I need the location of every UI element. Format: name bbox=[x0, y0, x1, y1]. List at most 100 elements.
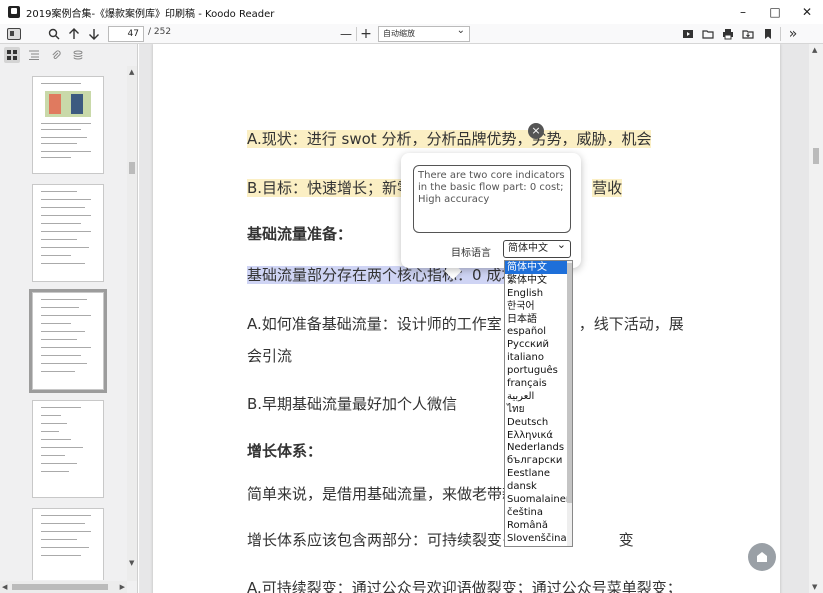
language-option[interactable]: français bbox=[505, 377, 572, 390]
language-option[interactable]: 日本語 bbox=[505, 313, 572, 326]
toggle-sidebar-button[interactable] bbox=[4, 24, 24, 44]
scroll-down-icon[interactable]: ▼ bbox=[812, 583, 817, 591]
download-button[interactable] bbox=[740, 24, 756, 44]
language-option[interactable]: български bbox=[505, 454, 572, 467]
thumbnails-tab[interactable] bbox=[4, 47, 20, 63]
pdf-toolbar: 47 / 252 — + 自动缩放 » bbox=[0, 24, 823, 44]
language-option[interactable]: čeština bbox=[505, 506, 572, 519]
scroll-up-icon[interactable]: ▲ bbox=[129, 68, 134, 76]
language-option[interactable]: English bbox=[505, 287, 572, 300]
language-option[interactable]: Slovenščina bbox=[505, 532, 572, 545]
scroll-right-icon[interactable]: ▶ bbox=[120, 583, 125, 591]
zoom-in-button[interactable]: + bbox=[358, 24, 374, 44]
page-total: / 252 bbox=[148, 27, 172, 37]
selected-text: 基础流量部分存在两个核心指标：0 成本 高 bbox=[247, 266, 537, 284]
target-language-select[interactable]: 简体中文 bbox=[503, 237, 571, 258]
outline-tab[interactable] bbox=[26, 47, 42, 63]
language-option[interactable]: italiano bbox=[505, 351, 572, 364]
page-thumbnail[interactable] bbox=[32, 76, 104, 174]
zoom-select[interactable]: 自动缩放 bbox=[378, 24, 470, 42]
next-page-button[interactable] bbox=[86, 24, 102, 44]
grid-icon bbox=[7, 50, 17, 60]
outline-icon bbox=[29, 50, 39, 60]
language-option[interactable]: Ελληνικά bbox=[505, 429, 572, 442]
language-dropdown-list: 简体中文 繁体中文 English 한국어 日本語 español Русски… bbox=[504, 260, 573, 547]
arrow-down-icon bbox=[89, 29, 99, 40]
paragraph: 会引流 bbox=[247, 347, 293, 365]
scroll-down-icon[interactable]: ▼ bbox=[129, 559, 134, 567]
language-option[interactable]: português bbox=[505, 364, 572, 377]
maximize-button[interactable]: □ bbox=[759, 0, 791, 24]
app-icon bbox=[8, 6, 20, 18]
sidebar-scrollbar[interactable]: ▲ ▼ bbox=[127, 66, 137, 581]
presentation-icon bbox=[683, 30, 693, 38]
language-option[interactable]: Eestlane bbox=[505, 467, 572, 480]
home-icon bbox=[757, 552, 767, 562]
home-button[interactable] bbox=[748, 543, 776, 571]
paperclip-icon bbox=[52, 50, 61, 60]
paragraph: B.早期基础流量最好加个人微信 bbox=[247, 395, 458, 413]
folder-icon bbox=[702, 30, 714, 39]
arrow-up-icon bbox=[69, 28, 79, 39]
sidebar-horizontal-scrollbar[interactable]: ◀ ▶ bbox=[0, 581, 127, 593]
language-option[interactable]: español bbox=[505, 325, 572, 338]
scroll-left-icon[interactable]: ◀ bbox=[2, 583, 7, 591]
sidebar-icon bbox=[7, 28, 21, 40]
language-option[interactable]: Русский bbox=[505, 338, 572, 351]
page-thumbnail[interactable] bbox=[32, 184, 104, 282]
translation-popup: There are two core indicators in the bas… bbox=[401, 153, 581, 268]
section-heading: 基础流量准备： bbox=[247, 225, 353, 243]
language-option[interactable]: العربية bbox=[505, 390, 572, 403]
previous-page-button[interactable] bbox=[66, 24, 82, 44]
thumbnail-list bbox=[0, 68, 126, 580]
bookmark-icon bbox=[765, 29, 771, 39]
language-option[interactable]: ไทย bbox=[505, 403, 572, 416]
attachments-tab[interactable] bbox=[48, 47, 64, 63]
highlighted-text: B.目标：快速增长；新零 bbox=[247, 179, 413, 197]
paragraph: A.如何准备基础流量：设计师的工作室， ，线下活动，展 bbox=[247, 315, 684, 333]
language-option-selected[interactable]: 简体中文 bbox=[505, 261, 572, 274]
close-button[interactable]: ✕ bbox=[791, 0, 823, 24]
pdf-page: A.现状：进行 swot 分析，分析品牌优势，劣势，威胁，机会 B.目标：快速增… bbox=[153, 44, 780, 593]
minimize-button[interactable]: – bbox=[727, 0, 759, 24]
document-viewer[interactable]: A.现状：进行 swot 分析，分析品牌优势，劣势，威胁，机会 B.目标：快速增… bbox=[139, 44, 823, 593]
language-option[interactable]: 繁体中文 bbox=[505, 274, 572, 287]
save-folder-icon bbox=[742, 30, 754, 39]
page-thumbnail[interactable] bbox=[32, 508, 104, 580]
scroll-up-icon[interactable]: ▲ bbox=[812, 46, 817, 54]
print-button[interactable] bbox=[720, 24, 736, 44]
translation-output[interactable]: There are two core indicators in the bas… bbox=[413, 165, 571, 233]
paragraph: 简单来说，是借用基础流量，来做老带新 bbox=[247, 485, 518, 503]
tools-menu-button[interactable]: » bbox=[784, 24, 802, 44]
zoom-out-button[interactable]: — bbox=[338, 24, 354, 44]
page-thumbnail-current[interactable] bbox=[29, 289, 107, 393]
toolbar-divider bbox=[356, 27, 357, 41]
sidebar-tabs bbox=[0, 44, 137, 66]
search-button[interactable] bbox=[46, 24, 62, 44]
language-option[interactable]: Română bbox=[505, 519, 572, 532]
language-option[interactable]: Nederlands bbox=[505, 441, 572, 454]
search-icon bbox=[48, 28, 60, 40]
language-option[interactable]: Deutsch bbox=[505, 416, 572, 429]
language-option[interactable]: Suomalainen bbox=[505, 493, 572, 506]
thumbnail-sidebar: ▲ ▼ ◀ ▶ bbox=[0, 44, 138, 593]
page-number-input[interactable]: 47 bbox=[108, 26, 144, 42]
language-option[interactable]: 한국어 bbox=[505, 300, 572, 313]
print-icon bbox=[723, 29, 733, 40]
highlighted-text: A.现状：进行 swot 分析，分析品牌优势，劣势，威胁，机会 bbox=[247, 130, 652, 148]
layers-icon bbox=[73, 50, 83, 60]
presentation-mode-button[interactable] bbox=[680, 24, 696, 44]
document-scrollbar[interactable]: ▲ ▼ bbox=[809, 44, 823, 593]
open-file-button[interactable] bbox=[700, 24, 716, 44]
bookmark-button[interactable] bbox=[760, 24, 776, 44]
page-thumbnail[interactable] bbox=[32, 400, 104, 498]
language-list-scrollbar[interactable] bbox=[567, 261, 572, 546]
paragraph: A.现状：进行 swot 分析，分析品牌优势，劣势，威胁，机会 bbox=[247, 128, 652, 149]
toolbar-divider bbox=[780, 27, 781, 41]
target-language-label: 目标语言 bbox=[451, 248, 491, 259]
title-bar: 2019案例合集-《爆款案例库》印刷稿 - Koodo Reader – □ ✕ bbox=[0, 0, 823, 24]
language-option[interactable]: dansk bbox=[505, 480, 572, 493]
close-popup-icon[interactable]: × bbox=[528, 123, 544, 139]
highlighted-text-tail: 营收 bbox=[592, 179, 623, 197]
layers-tab[interactable] bbox=[70, 47, 86, 63]
